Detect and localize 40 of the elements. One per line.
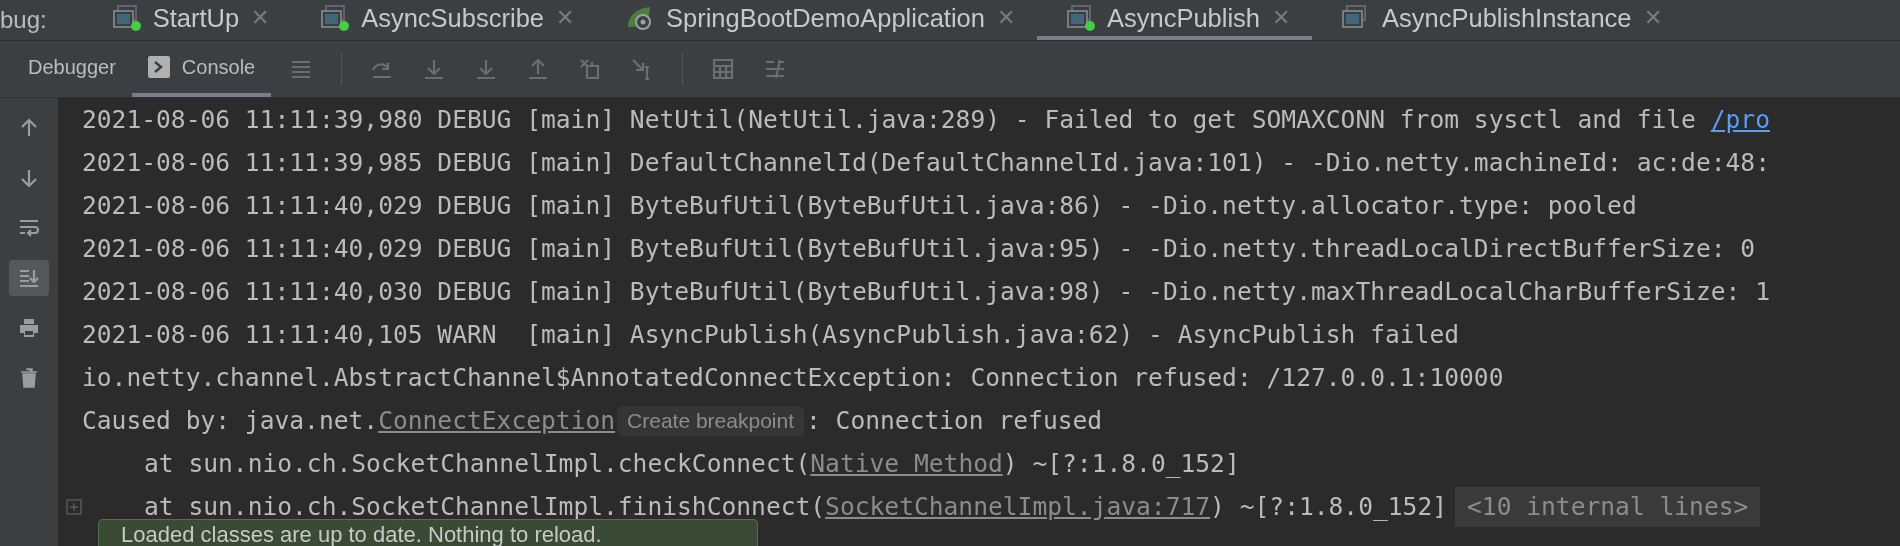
debug-label: bug: — [0, 6, 47, 34]
run-tab[interactable]: StartUp ✕ — [82, 0, 292, 40]
window-icon — [112, 5, 137, 29]
log-line: Caused by: java.net.ConnectException Create breakpoint : Connection refused — [82, 399, 1103, 442]
log-line: at sun.nio.ch.SocketChannelImpl.checkConnect(Native Method) ~[?:1.8.0_152] — [144, 442, 1240, 485]
log-line: 2021-08-06 11:11:40,030 DEBUG [main] ByteBufUtil(ByteBufUtil.java:98) - -Dio.netty.maxThreadLocalCharBufferSize: 1 — [82, 276, 1770, 308]
source-link[interactable]: SocketChannelImpl.java:717 — [825, 485, 1211, 528]
running-dot-icon — [1084, 21, 1095, 31]
window-icon — [1342, 5, 1367, 29]
tool-tab[interactable]: Console — [131, 41, 272, 97]
close-icon[interactable]: ✕ — [1272, 5, 1291, 31]
close-icon[interactable]: ✕ — [996, 5, 1015, 31]
notification-toast: Loaded classes are up to date. Nothing to reload. — [98, 519, 758, 546]
source-link[interactable]: Native Method — [810, 442, 1003, 485]
log-line: 2021-08-06 11:11:40,029 DEBUG [main] ByteBufUtil(ByteBufUtil.java:86) - -Dio.netty.allocator.type: pooled — [82, 190, 1637, 222]
run-tab[interactable]: SpringBootDemoApplication ✕ — [596, 0, 1037, 40]
running-dot-icon — [130, 21, 141, 31]
log-line: 2021-08-06 11:11:39,980 DEBUG [main] NetUtil(NetUtil.java:289) - Failed to get SOMAXCONN from sysctl and file /pro — [82, 98, 1770, 141]
leaf-gear-icon — [626, 5, 654, 31]
source-link[interactable]: ConnectException — [378, 399, 616, 442]
run-tab[interactable]: AsyncSubscribe ✕ — [291, 0, 596, 40]
expand-icon[interactable] — [66, 498, 82, 515]
running-dot-icon — [339, 21, 350, 31]
close-icon[interactable]: ✕ — [251, 5, 270, 31]
close-icon[interactable]: ✕ — [1643, 5, 1662, 31]
window-icon — [1066, 5, 1091, 29]
create-breakpoint-hint[interactable]: Create breakpoint — [617, 405, 804, 436]
log-line: io.netty.channel.AbstractChannel$AnnotatedConnectException: Connection refused: /127.0.0.1:10000 — [82, 362, 1504, 394]
tool-tab[interactable]: Debugger — [12, 41, 132, 97]
log-line: 2021-08-06 11:11:40,029 DEBUG [main] ByteBufUtil(ByteBufUtil.java:95) - -Dio.netty.threadLocalDirectBufferSize: 0 — [82, 233, 1756, 265]
run-tab[interactable]: AsyncPublishInstance ✕ — [1312, 0, 1684, 40]
window-icon — [321, 5, 346, 29]
close-icon[interactable]: ✕ — [556, 5, 574, 31]
console-icon — [147, 56, 170, 78]
log-line: 2021-08-06 11:11:39,985 DEBUG [main] DefaultChannelId(DefaultChannelId.java:101) - -Dio.netty.machineId: ac:de:48: — [82, 147, 1770, 179]
log-line: 2021-08-06 11:11:40,105 WARN [main] AsyncPublish(AsyncPublish.java:62) - AsyncPublish failed — [82, 319, 1460, 351]
calculator-icon[interactable] — [711, 57, 736, 81]
file-link[interactable]: /pro — [1710, 98, 1770, 141]
folded-lines-badge[interactable]: <10 internal lines> — [1455, 486, 1761, 527]
printer-icon[interactable] — [17, 316, 41, 340]
